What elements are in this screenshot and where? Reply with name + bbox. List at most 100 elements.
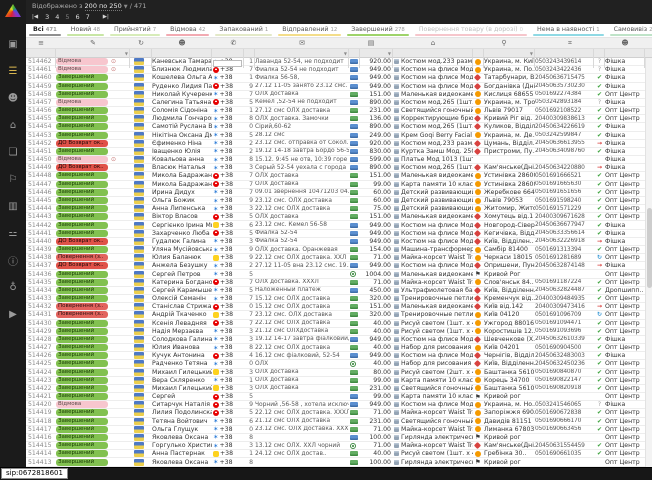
- status-badge[interactable]: Завершений: [56, 123, 108, 130]
- column-payment-icon[interactable]: ▤: [349, 38, 393, 48]
- status-badge[interactable]: Завершений: [56, 91, 108, 98]
- status-badge[interactable]: Завершений: [56, 450, 108, 457]
- page-4[interactable]: 4: [55, 13, 59, 21]
- tab-status-filter[interactable]: Новий48: [64, 24, 107, 37]
- order-row[interactable]: 514424ЗавершенийМихаил Гилецький+383ОЛХ …: [26, 369, 645, 377]
- order-row[interactable]: 514417ЗавершенийОльга Глущук✶+38023.12 с…: [26, 426, 645, 434]
- order-row[interactable]: 514449ДО Возврат ок..Власюк Наталья✶+383…: [26, 164, 645, 172]
- status-badge[interactable]: Завершений: [56, 409, 108, 416]
- filter-cell[interactable]: [605, 49, 645, 68]
- filter-cell[interactable]: [594, 49, 605, 68]
- tab-status-filter[interactable]: Нема в наявності1: [530, 24, 607, 37]
- tab-status-filter[interactable]: Завершений278: [344, 24, 412, 37]
- order-row[interactable]: 514436ЗавершенийСергей Петров✶+3851004.0…: [26, 270, 645, 278]
- status-badge[interactable]: Повернення (з..: [56, 311, 108, 318]
- order-row[interactable]: 514441ЗавершенийЗахарченко Люба+385Фиалк…: [26, 230, 645, 238]
- order-row[interactable]: 514445ЗавершенийОльга Божик✶+38923.12 см…: [26, 197, 645, 205]
- shown-range[interactable]: 200 по 250: [85, 2, 122, 11]
- order-row[interactable]: 514420ВідмоваСитарчук Наталія Гр..+389Чо…: [26, 401, 645, 409]
- range-caret-icon[interactable]: ▼: [124, 4, 128, 10]
- first-page-icon[interactable]: |◀: [32, 13, 38, 22]
- status-badge[interactable]: Завершений: [56, 181, 108, 188]
- orders-icon[interactable]: ☰: [0, 58, 26, 85]
- order-row[interactable]: 514426ЗавершенийКучук Антонина+38416.12 …: [26, 352, 645, 360]
- status-badge[interactable]: Завершений: [56, 393, 108, 400]
- column-product-icon[interactable]: ⌂: [393, 38, 473, 48]
- order-row[interactable]: 514451ЗавершенийІващенко Юлія✶+38219.12 …: [26, 148, 645, 156]
- order-row[interactable]: 514444ЗавершенийАнна Липенська✶+38322.12…: [26, 205, 645, 213]
- order-row[interactable]: 514428ЗавершенийСолодкова Галина В..✶+38…: [26, 336, 645, 344]
- order-row[interactable]: 514413ЗавершенийЯковлева Оксана✶+388100.…: [26, 458, 645, 466]
- column-comment-icon[interactable]: ✉: [255, 38, 349, 48]
- order-row[interactable]: 514438Повернення (з..Юлия Баланюк+38922.…: [26, 254, 645, 262]
- column-ttn-icon[interactable]: ⌗: [535, 38, 605, 48]
- status-badge[interactable]: Завершений: [56, 205, 108, 212]
- column-order-id-icon[interactable]: ≡: [26, 38, 56, 48]
- order-row[interactable]: 514430ЗавершенийКсенія Левадняя+38722.12…: [26, 320, 645, 328]
- filter-cell[interactable]: [212, 49, 244, 68]
- filter-dropdown-icon[interactable]: ▼: [388, 51, 391, 56]
- order-row[interactable]: 514454ЗавершенийСамотій Руслана Во..✶+38…: [26, 123, 645, 131]
- last-page-icon[interactable]: ▶|: [103, 13, 109, 22]
- status-badge[interactable]: Завершений: [56, 360, 108, 367]
- scrollbar-thumb[interactable]: [647, 208, 652, 288]
- order-row[interactable]: 514419ЗавершенийЛилия Подолинская+38522.…: [26, 409, 645, 417]
- tab-status-filter[interactable]: Самовивіз2: [607, 24, 652, 37]
- order-row[interactable]: 514459ЗавершенийРуденко Лидия Пав..+3892…: [26, 83, 645, 91]
- status-badge[interactable]: Завершений: [56, 246, 108, 253]
- status-badge[interactable]: Завершений: [56, 320, 108, 327]
- status-badge[interactable]: ДО Возврат ок..: [56, 262, 108, 269]
- filter-cell[interactable]: [535, 49, 594, 68]
- tab-status-filter[interactable]: Відправлений12: [275, 24, 344, 37]
- customers-icon[interactable]: ☻: [0, 85, 26, 112]
- status-badge[interactable]: Завершений: [56, 83, 108, 90]
- order-row[interactable]: 514456ЗавершенийСоломія Сідоніна✶+38127.…: [26, 107, 645, 115]
- status-badge[interactable]: Завершений: [56, 230, 108, 237]
- order-row[interactable]: 514414ЗавершенийАнна Пастернак+38124.12 …: [26, 450, 645, 458]
- order-row[interactable]: 514425ЗавершенийРадченко Тетяна✶+380ОЛХ4…: [26, 360, 645, 368]
- column-delivery-icon[interactable]: ⚲: [473, 38, 535, 48]
- status-badge[interactable]: Завершений: [56, 369, 108, 376]
- tab-status-filter[interactable]: Відмова42: [163, 24, 212, 37]
- phone-filter-input[interactable]: [213, 60, 242, 67]
- filter-cell[interactable]: [244, 49, 255, 68]
- tab-status-filter[interactable]: Всі471: [26, 24, 64, 37]
- order-row[interactable]: 514447ЗавершенийМикола Бадражан+387ОЛХ д…: [26, 181, 645, 189]
- filter-cell[interactable]: [152, 49, 212, 68]
- order-row[interactable]: 514457ВідмоваСалегина Татьяна С..+385Кем…: [26, 99, 645, 107]
- video-icon[interactable]: ▶: [0, 301, 26, 328]
- status-badge[interactable]: Завершений: [56, 213, 108, 220]
- status-badge[interactable]: Відмова: [56, 99, 108, 106]
- order-row[interactable]: 514455ЗавершенийЛюдмила Гончарова✶+388ОЛ…: [26, 115, 645, 123]
- order-row[interactable]: 514423ЗавершенийВера Скляренко✶+381ОЛХ д…: [26, 377, 645, 385]
- status-badge[interactable]: Повернення (з..: [56, 303, 108, 310]
- order-row[interactable]: 514416ЗавершенийЯковлева Оксана✶+388100.…: [26, 434, 645, 442]
- order-row[interactable]: 514453ЗавершенийНікітіна Оксана Дми..✶+3…: [26, 132, 645, 140]
- status-badge[interactable]: Завершений: [56, 197, 108, 204]
- status-badge[interactable]: Повернення (з..: [56, 254, 108, 261]
- order-row[interactable]: 514443ЗавершенийВіктор Власов+385ОЛХ дос…: [26, 213, 645, 221]
- order-row[interactable]: 514440ДО Возврат ок..Гудалюк Галина✶+383…: [26, 238, 645, 246]
- filter-cell[interactable]: [26, 49, 56, 68]
- order-row[interactable]: 514427ЗавершенийЮлия Иванова✶+38822.12 с…: [26, 344, 645, 352]
- office-icon[interactable]: ⌂: [0, 112, 26, 139]
- status-badge[interactable]: Завершений: [56, 279, 108, 286]
- browser-icon[interactable]: ♁: [0, 274, 26, 301]
- status-badge[interactable]: Завершений: [56, 434, 108, 441]
- filter-cell[interactable]: [349, 49, 360, 68]
- page-5[interactable]: 5: [65, 13, 69, 21]
- status-badge[interactable]: Завершений: [56, 377, 108, 384]
- status-badge[interactable]: ДО Возврат ок..: [56, 164, 108, 171]
- app-logo-icon[interactable]: [5, 4, 21, 17]
- order-row[interactable]: 514437ДО Возврат ок..Анжела Безушку✶+382…: [26, 262, 645, 270]
- order-row[interactable]: 514458ЗавершенийНиколай Кучеренко✶+387ОЛ…: [26, 91, 645, 99]
- status-badge[interactable]: ДО Возврат ок..: [56, 238, 108, 245]
- status-badge[interactable]: Завершений: [56, 107, 108, 114]
- order-row[interactable]: 514446ЗавершенийИрина Дидух✶+38709.01 зв…: [26, 189, 645, 197]
- filter-dropdown-icon[interactable]: ▼: [344, 51, 347, 56]
- status-badge[interactable]: Завершений: [56, 148, 108, 155]
- filter-cell[interactable]: ▼: [56, 49, 130, 68]
- status-badge[interactable]: Відмова: [56, 401, 108, 408]
- order-row[interactable]: 514435ЗавершенийКатерина Богданова+387ОЛ…: [26, 279, 645, 287]
- order-row[interactable]: 514431Повернення (з..Андрій Ткаченко+387…: [26, 311, 645, 319]
